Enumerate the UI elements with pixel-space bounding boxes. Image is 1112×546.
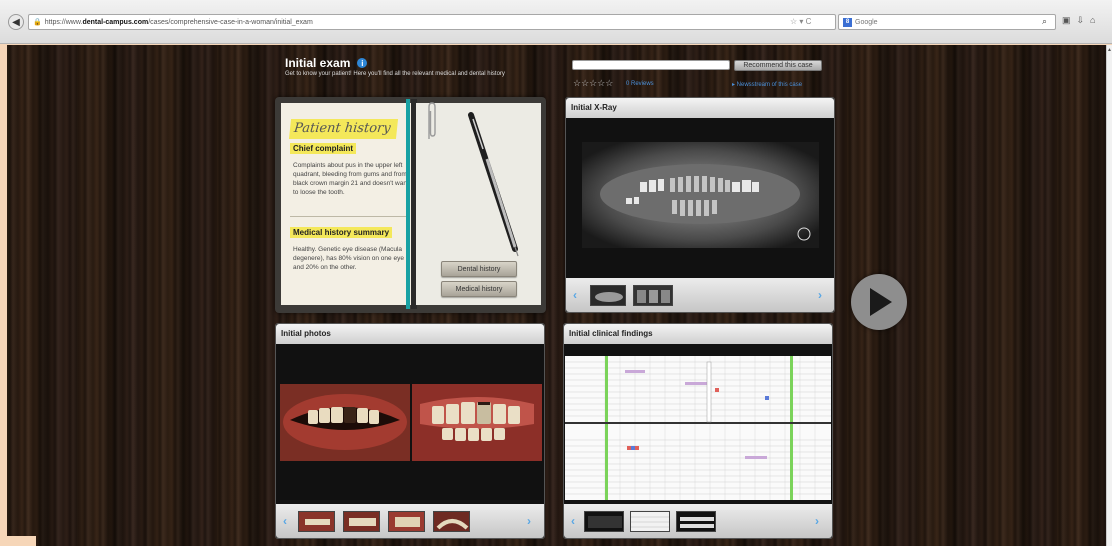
findings-thumbnail[interactable] xyxy=(676,511,716,532)
paperclip-icon xyxy=(428,102,436,139)
chief-complaint-text: Complaints about pus in the upper left q… xyxy=(293,162,409,196)
recommend-button[interactable]: Recommend this case xyxy=(734,60,822,71)
findings-thumbnail[interactable] xyxy=(630,511,670,532)
dental-history-button[interactable]: Dental history xyxy=(441,261,517,277)
notebook-left-page: Patient history Chief complaint Complain… xyxy=(281,103,412,305)
periodontal-chart-image[interactable] xyxy=(565,356,831,500)
scrollbar[interactable]: ▲ xyxy=(1106,45,1112,546)
medical-summary-text: Healthy. Genetic eye disease (Macula deg… xyxy=(293,246,404,271)
findings-panel: Initial clinical findings ‹ › xyxy=(563,323,833,539)
play-button[interactable] xyxy=(851,274,907,330)
play-icon xyxy=(870,288,892,316)
search-input[interactable]: 8 Google xyxy=(838,14,1056,30)
xray-prev-arrow-icon[interactable]: ‹ xyxy=(573,288,583,302)
search-placeholder: Google xyxy=(855,18,878,26)
findings-thumbnail[interactable] xyxy=(584,511,624,532)
page-background xyxy=(7,45,1106,546)
page-subtitle: Get to know your patient! Here you'll fi… xyxy=(285,71,505,77)
photos-panel: Initial photos ‹ › xyxy=(275,323,545,539)
toolbar-icons[interactable]: ▣⇩⌂ xyxy=(1062,15,1101,26)
medical-history-button[interactable]: Medical history xyxy=(441,281,517,297)
findings-panel-title: Initial clinical findings xyxy=(564,324,832,344)
photo-thumbnail[interactable] xyxy=(388,511,425,532)
xray-thumbnail[interactable] xyxy=(633,285,673,306)
photo-thumbnail[interactable] xyxy=(343,511,380,532)
url-bar[interactable]: 🔒 https://www. dental-campus.com/cases/co… xyxy=(28,14,836,30)
url-path: /cases/comprehensive-case-in-a-woman/ini… xyxy=(148,18,313,26)
photos-panel-title: Initial photos xyxy=(276,324,544,344)
search-icon[interactable]: ⌕ xyxy=(1042,16,1047,27)
page-title: Initial exam i xyxy=(285,56,368,70)
patient-history-notebook: Patient history Chief complaint Complain… xyxy=(275,97,546,313)
newsstream-link[interactable]: ▸ Newsstream of this case xyxy=(732,81,802,88)
bookmark-reload-icons[interactable]: ☆ ▾ C xyxy=(790,17,811,26)
photo-thumbnail[interactable] xyxy=(298,511,335,532)
findings-prev-arrow-icon[interactable]: ‹ xyxy=(571,514,581,528)
photos-prev-arrow-icon[interactable]: ‹ xyxy=(283,514,293,528)
rating-stars[interactable]: ☆☆☆☆☆ xyxy=(573,78,613,89)
smile-photo[interactable] xyxy=(280,384,410,461)
notebook-binding xyxy=(406,99,410,309)
findings-next-arrow-icon[interactable]: › xyxy=(815,514,825,528)
photo-thumbnail[interactable] xyxy=(433,511,470,532)
xray-panel-title: Initial X-Ray xyxy=(566,98,834,118)
url-prefix: https://www. xyxy=(44,18,83,26)
chief-complaint-label: Chief complaint xyxy=(290,143,357,154)
photos-next-arrow-icon[interactable]: › xyxy=(527,514,537,528)
reviews-link[interactable]: 0 Reviews xyxy=(626,81,654,87)
back-arrow-icon[interactable]: ◀ xyxy=(8,14,24,30)
notebook-title: Patient history xyxy=(288,119,399,139)
medical-summary-label: Medical history summary xyxy=(290,227,393,238)
divider xyxy=(290,216,408,217)
xray-next-arrow-icon[interactable]: › xyxy=(818,288,828,302)
corner xyxy=(0,536,36,546)
lock-icon: 🔒 xyxy=(33,19,42,26)
findings-thumbnail-strip: ‹ › xyxy=(564,504,832,538)
xray-panel: Initial X-Ray ‹ › xyxy=(565,97,835,313)
info-icon[interactable]: i xyxy=(357,58,368,68)
page-title-text: Initial exam xyxy=(285,56,351,70)
photos-thumbnail-strip: ‹ › xyxy=(276,504,544,538)
xray-image[interactable] xyxy=(582,142,819,248)
browser-toolbar: ◀ 🔒 https://www. dental-campus.com/cases/… xyxy=(0,0,1112,44)
teeth-closeup-photo[interactable] xyxy=(412,384,542,461)
pen-icon xyxy=(468,112,519,257)
recommend-input[interactable] xyxy=(572,60,730,70)
search-engine-icon: 8 xyxy=(843,17,852,27)
scroll-up-icon[interactable]: ▲ xyxy=(1107,47,1112,53)
url-domain: dental-campus.com xyxy=(82,18,149,26)
xray-thumbnail-strip: ‹ › xyxy=(566,278,834,312)
xray-thumbnail[interactable] xyxy=(590,285,626,306)
